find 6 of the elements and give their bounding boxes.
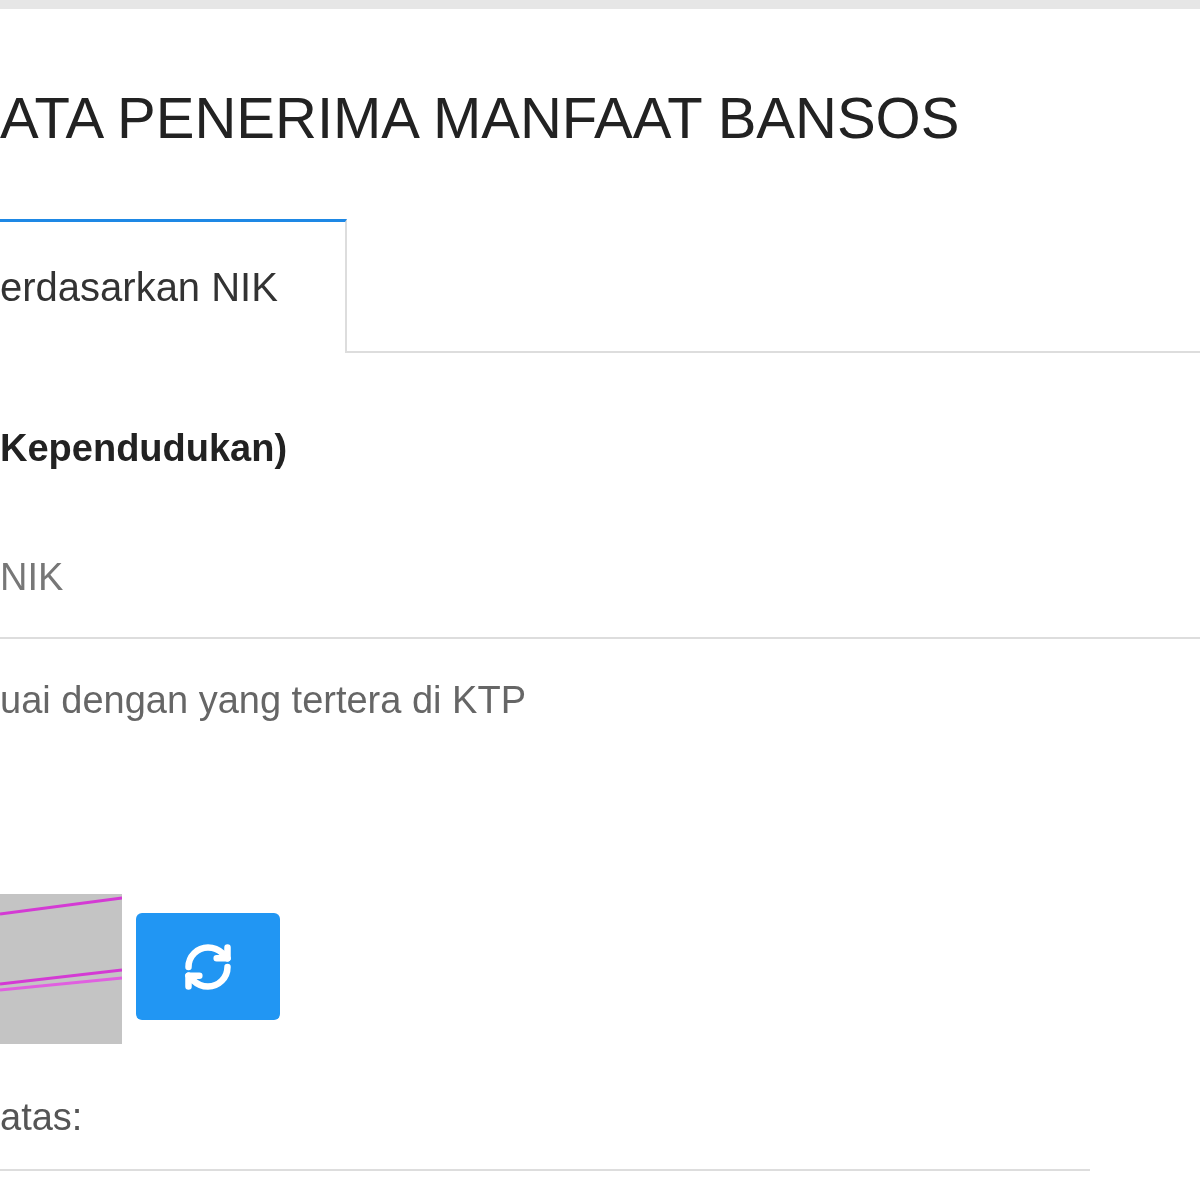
section-heading: Kependudukan) bbox=[0, 427, 289, 470]
captcha-label: atas: bbox=[0, 1096, 84, 1139]
refresh-button[interactable] bbox=[136, 913, 280, 1020]
tab[interactable]: erdasarkan NIK bbox=[0, 219, 347, 353]
page-title: ATA PENERIMA MANFAAT BANSOS bbox=[0, 89, 961, 147]
help-text: uai dengan yang tertera di KTP bbox=[0, 679, 527, 722]
